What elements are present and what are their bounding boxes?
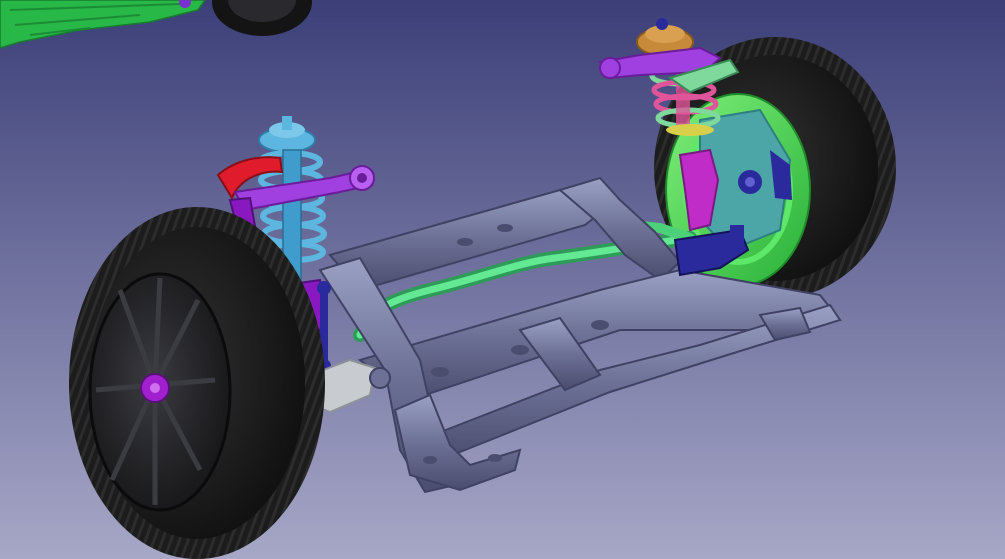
3d-viewport[interactable]: [0, 0, 1005, 559]
suspension-3d-model[interactable]: [0, 0, 1005, 559]
left-wheel[interactable]: [69, 207, 325, 559]
